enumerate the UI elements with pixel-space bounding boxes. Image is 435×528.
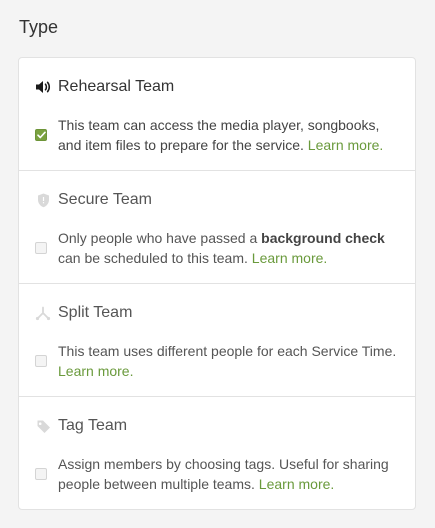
option-title: Secure Team xyxy=(58,191,152,208)
learn-more-link[interactable]: Learn more. xyxy=(259,476,334,492)
option-header: Split Team xyxy=(35,303,132,323)
shield-icon xyxy=(35,192,51,208)
tag-icon xyxy=(35,418,51,434)
tag-team-checkbox[interactable] xyxy=(35,468,47,480)
option-split-team[interactable]: Split Team This team uses different peop… xyxy=(19,284,415,397)
speaker-icon xyxy=(35,79,51,95)
option-tag-team[interactable]: Tag Team Assign members by choosing tags… xyxy=(19,397,415,510)
split-icon xyxy=(35,305,51,321)
option-secure-team[interactable]: Secure Team Only people who have passed … xyxy=(19,171,415,284)
option-rehearsal-team[interactable]: Rehearsal Team This team can access the … xyxy=(19,58,415,171)
option-header: Rehearsal Team xyxy=(35,77,174,97)
learn-more-link[interactable]: Learn more. xyxy=(252,250,327,266)
split-team-checkbox[interactable] xyxy=(35,355,47,367)
option-description: This team uses different people for each… xyxy=(58,343,397,379)
section-title: Type xyxy=(19,17,59,37)
option-header: Secure Team xyxy=(35,190,152,210)
option-description: Assign members by choosing tags. Useful … xyxy=(58,456,389,492)
learn-more-link[interactable]: Learn more. xyxy=(58,363,133,379)
option-description: This team can access the media player, s… xyxy=(58,117,384,153)
rehearsal-team-checkbox[interactable] xyxy=(35,129,47,141)
team-type-card: Rehearsal Team This team can access the … xyxy=(18,57,416,510)
secure-team-checkbox[interactable] xyxy=(35,242,47,254)
option-header: Tag Team xyxy=(35,416,127,436)
option-description: Only people who have passed a background… xyxy=(58,230,385,266)
option-title: Split Team xyxy=(58,304,133,321)
checkmark-icon xyxy=(36,131,46,139)
learn-more-link[interactable]: Learn more. xyxy=(308,137,383,153)
option-title: Rehearsal Team xyxy=(58,78,175,95)
option-title: Tag Team xyxy=(58,417,128,434)
